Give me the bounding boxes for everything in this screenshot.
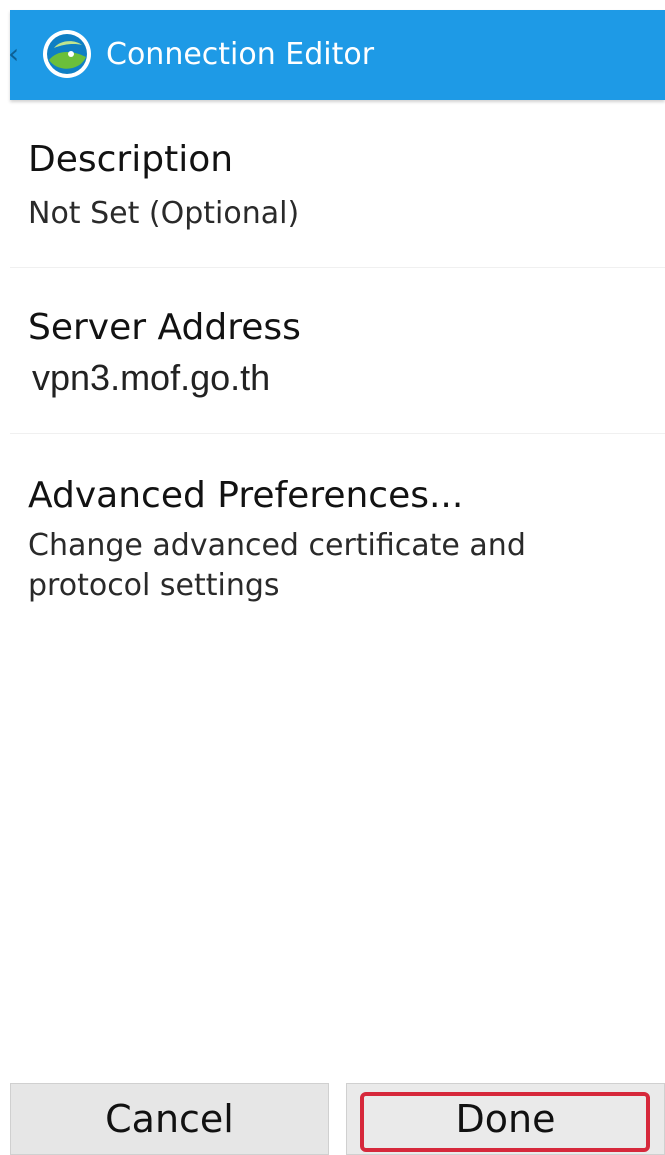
action-bar: ‹ Connection Editor <box>8 10 665 100</box>
preference-server-address[interactable]: Server Address vpn3.mof.go.th <box>0 268 665 433</box>
preference-title: Advanced Preferences... <box>28 475 464 516</box>
app-logo-icon[interactable] <box>40 27 94 81</box>
preference-title: Description <box>28 139 234 180</box>
page-title: Connection Editor <box>106 37 375 72</box>
preference-title: Server Address <box>28 307 301 348</box>
back-caret-icon[interactable]: ‹ <box>8 40 20 68</box>
preference-summary: Not Set (Optional) <box>28 196 300 231</box>
preference-advanced[interactable]: Advanced Preferences... Change advanced … <box>0 434 665 634</box>
server-address-value: vpn3.mof.go.th <box>32 357 271 398</box>
preference-summary: Change advanced certificate and protocol… <box>28 528 526 603</box>
cancel-button[interactable]: Cancel <box>10 1083 329 1155</box>
done-button[interactable]: Done <box>346 1083 665 1155</box>
preference-description[interactable]: Description Not Set (Optional) <box>0 102 665 267</box>
connection-editor-screen: ‹ Connection Editor Description Not Set … <box>0 0 665 1155</box>
